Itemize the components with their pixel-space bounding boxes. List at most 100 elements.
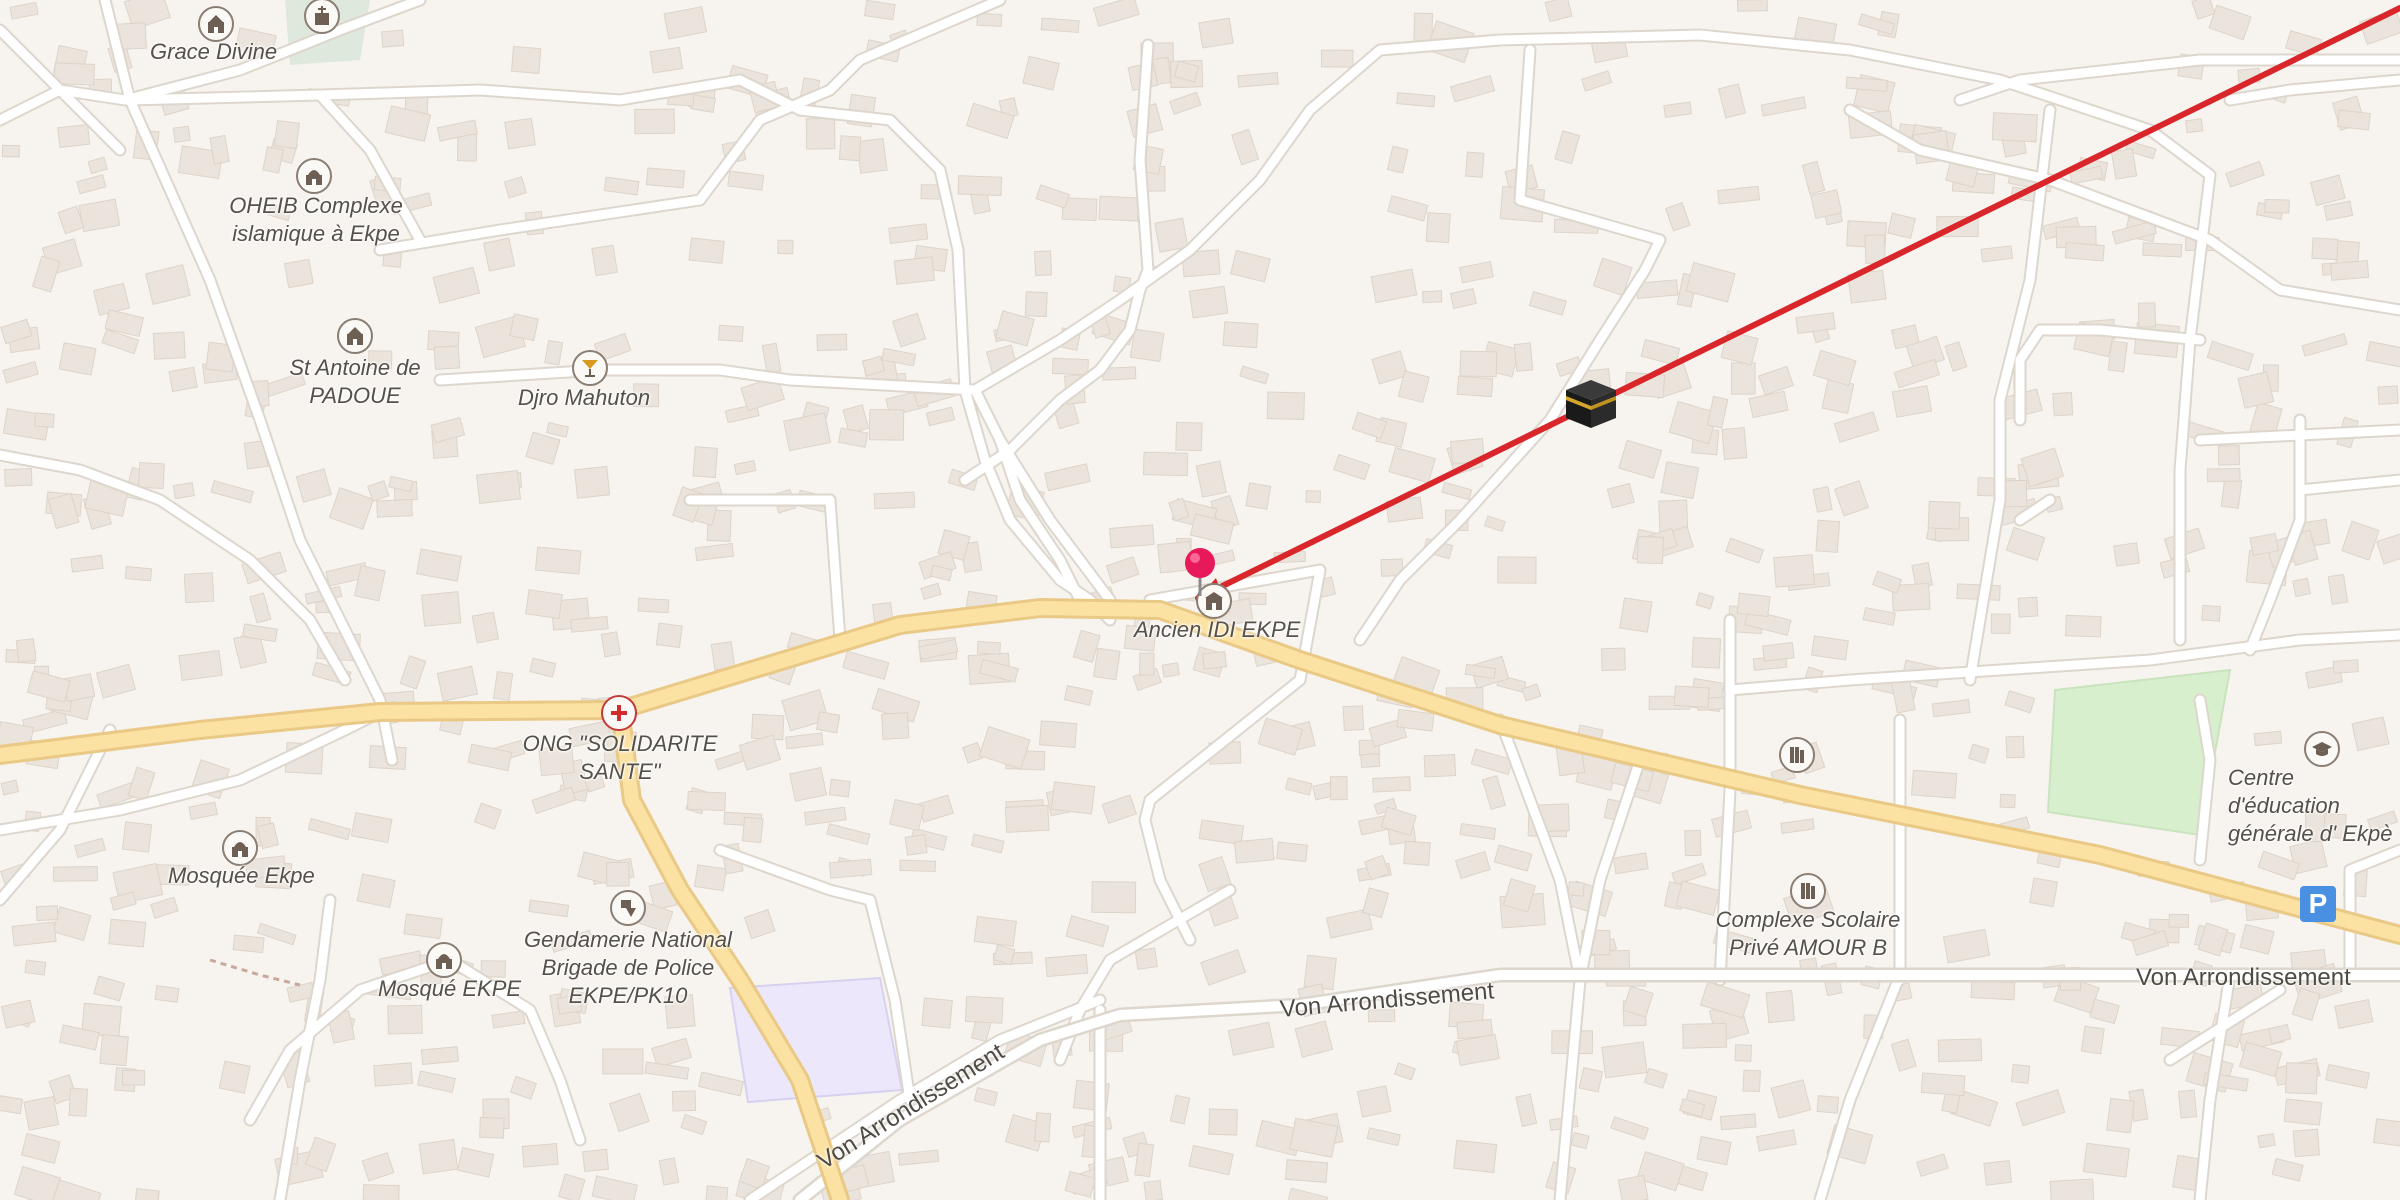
building (416, 1070, 456, 1094)
building (692, 446, 718, 479)
building (2237, 371, 2275, 409)
building (1682, 1022, 1728, 1049)
von-arrondissement-road-casing (792, 967, 2400, 1200)
church-icon[interactable] (198, 6, 234, 42)
building (1606, 482, 1635, 509)
police-icon[interactable] (610, 890, 646, 926)
building (1040, 17, 1080, 34)
building (24, 959, 47, 976)
red-cross-icon[interactable] (601, 695, 637, 731)
building (1449, 75, 1496, 103)
parking-icon[interactable]: P (2300, 886, 2336, 922)
building (2168, 913, 2190, 928)
building (970, 833, 1005, 854)
church-icon[interactable] (337, 318, 373, 354)
building (828, 778, 851, 798)
building (680, 1113, 708, 1136)
building (87, 156, 108, 175)
bar-icon[interactable] (572, 350, 608, 386)
building (2049, 1178, 2095, 1200)
building (1276, 841, 1308, 863)
building (557, 1173, 586, 1200)
building (1198, 17, 1234, 49)
place-label-st-antoine: St Antoine de PADOUE (289, 355, 421, 408)
building (1696, 1135, 1732, 1166)
building (52, 906, 92, 942)
building (694, 864, 727, 892)
building (53, 866, 98, 882)
building (738, 734, 782, 771)
graduation-cap-icon[interactable] (2304, 731, 2340, 767)
building (1351, 411, 1388, 440)
building (361, 1152, 395, 1182)
building (2191, 0, 2216, 20)
building (433, 345, 461, 370)
building (1643, 1067, 1668, 1089)
building (1691, 637, 1722, 669)
building (232, 934, 265, 954)
school-icon[interactable] (1790, 873, 1826, 909)
building (582, 1148, 610, 1173)
mosque-icon[interactable] (296, 158, 332, 194)
building (534, 546, 582, 575)
building (1762, 642, 1795, 662)
building (1801, 160, 1826, 195)
building (888, 223, 929, 245)
building (1169, 1094, 1191, 1125)
building (1109, 524, 1155, 549)
building (881, 712, 910, 740)
building (134, 1188, 160, 1200)
mosque-icon[interactable] (222, 830, 258, 866)
building (1421, 290, 1443, 304)
school-icon[interactable] (1779, 737, 1815, 773)
building (2110, 147, 2138, 180)
building (663, 6, 708, 40)
building (2137, 302, 2157, 328)
building (1356, 1085, 1392, 1118)
building (376, 498, 413, 518)
building (95, 663, 137, 699)
building (1294, 1020, 1334, 1058)
building (1736, 592, 1771, 618)
building (2106, 1097, 2135, 1134)
building (920, 582, 942, 601)
building (826, 823, 871, 846)
building (1022, 55, 1060, 91)
building (777, 239, 794, 255)
building (751, 713, 785, 741)
building (2373, 1118, 2400, 1148)
building (1717, 83, 1747, 119)
building (2052, 392, 2074, 417)
building (1916, 1153, 1949, 1177)
building (1980, 245, 2014, 263)
building (743, 909, 776, 940)
building (1387, 195, 1429, 222)
building (172, 481, 195, 500)
building (1455, 1033, 1500, 1067)
building (2377, 385, 2399, 405)
building (74, 837, 107, 859)
building (20, 1132, 61, 1164)
place-label-djro-mahuton: Djro Mahuton (518, 385, 651, 410)
place-label-centre-education: Centre d'éducation générale d' Ekpè (2228, 765, 2393, 846)
building (1208, 1108, 1238, 1136)
building (1910, 769, 1958, 799)
building (11, 921, 57, 947)
building (1942, 928, 1991, 964)
building (2327, 573, 2349, 605)
building (1188, 1144, 1234, 1176)
building (1810, 635, 1849, 661)
building (741, 816, 764, 844)
building (1380, 806, 1417, 837)
building (1513, 342, 1534, 372)
building (178, 649, 223, 682)
place-label-ancien-idi-ekpe: Ancien IDI EKPE (1134, 617, 1301, 642)
building (524, 589, 564, 620)
place-label-grace-divine: Grace Divine (150, 39, 278, 64)
building (2325, 1063, 2371, 1089)
kaaba-icon[interactable] (1564, 378, 1618, 430)
map-canvas[interactable]: P Grace Divine OHEIB Complexe islamique … (0, 0, 2400, 1200)
mosque-icon[interactable] (426, 942, 462, 978)
building (35, 905, 59, 922)
pin-marker-icon[interactable] (1180, 546, 1220, 598)
